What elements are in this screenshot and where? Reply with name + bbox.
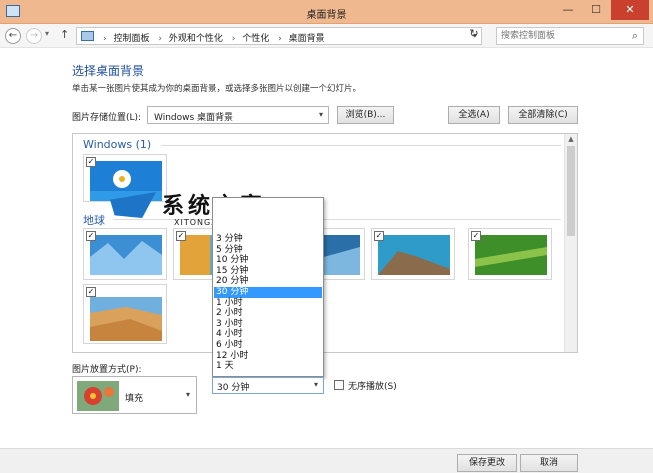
page-title: 选择桌面背景 [72, 64, 145, 78]
interval-option[interactable]: 1 天 [214, 361, 322, 372]
group-header-windows[interactable]: Windows (1) [83, 138, 151, 151]
picture-location-label: 图片存储位置(L): [72, 113, 142, 123]
interval-option[interactable]: 3 分钟 [214, 234, 322, 245]
picture-position-select[interactable]: 填充 ▾ [72, 376, 197, 414]
checkbox[interactable] [334, 380, 344, 390]
interval-dropdown-list[interactable]: 3 分钟 5 分钟 10 分钟 15 分钟 20 分钟 30 分钟 1 小时 2 小时 3 小时… [212, 197, 324, 377]
back-button[interactable]: ← [5, 28, 21, 44]
minimize-button[interactable]: — [555, 0, 581, 20]
browse-button[interactable]: 浏览(B)... [337, 106, 394, 124]
interval-option[interactable]: 4 小时 [214, 329, 322, 340]
ice-image [90, 235, 162, 275]
interval-select[interactable]: 30 分钟 ▾ [212, 377, 324, 394]
green-field-image [475, 235, 547, 275]
wallpaper-thumbnail[interactable]: ✓ [371, 228, 455, 280]
scroll-up-icon[interactable]: ▲ [565, 135, 577, 143]
picture-location-select[interactable]: Windows 桌面背景 ▾ [147, 106, 329, 124]
interval-option[interactable]: 1 小时 [214, 298, 322, 309]
recent-locations-chevron-icon[interactable]: ▾ [45, 29, 49, 38]
search-icon[interactable]: ⌕ [632, 29, 638, 43]
fill-preview-image [77, 381, 119, 411]
breadcrumb-item[interactable]: 桌面背景 [289, 34, 325, 44]
forward-button[interactable]: → [26, 28, 42, 44]
breadcrumb-item[interactable]: 控制面板 [113, 34, 149, 44]
interval-option[interactable]: 5 分钟 [214, 245, 322, 256]
address-bar[interactable]: › 控制面板 › 外观和个性化 › 个性化 › 桌面背景 ▾ [76, 27, 482, 45]
search-input[interactable] [501, 30, 621, 42]
chevron-down-icon: ▾ [185, 390, 190, 399]
interval-option[interactable]: 6 小时 [214, 340, 322, 351]
wallpaper-checkbox[interactable]: ✓ [86, 157, 96, 167]
breadcrumb-item[interactable]: 外观和个性化 [169, 34, 223, 44]
picture-position-label: 图片放置方式(P): [72, 365, 142, 375]
wallpaper-checkbox[interactable]: ✓ [86, 287, 96, 297]
page-description: 单击某一张图片使其成为你的桌面背景，或选择多张图片以创建一个幻灯片。 [72, 84, 362, 94]
picture-list[interactable]: Windows (1) ✓ 地球 ✓ ✓ ✓ ✓ ✓ ▲ [72, 133, 578, 353]
chevron-down-icon: ▾ [313, 380, 318, 389]
wallpaper-thumbnail[interactable]: ✓ [468, 228, 552, 280]
rocks-image [378, 235, 450, 275]
interval-option[interactable]: 30 分钟 [214, 287, 322, 298]
save-changes-button[interactable]: 保存更改 [457, 454, 517, 472]
select-all-button[interactable]: 全选(A) [448, 106, 500, 124]
interval-option[interactable]: 20 分钟 [214, 276, 322, 287]
interval-option[interactable]: 10 分钟 [214, 255, 322, 266]
close-button[interactable]: ✕ [611, 0, 649, 20]
cancel-button[interactable]: 取消 [520, 454, 578, 472]
refresh-icon[interactable]: ↻ [465, 27, 483, 43]
chevron-down-icon: ▾ [318, 110, 323, 119]
watermark-logo-icon [110, 192, 156, 218]
wallpaper-checkbox[interactable]: ✓ [374, 231, 384, 241]
breadcrumb-item[interactable]: 个性化 [242, 34, 269, 44]
group-header-earth[interactable]: 地球 [83, 212, 105, 228]
vertical-scrollbar[interactable]: ▲ [564, 134, 577, 352]
wallpaper-checkbox[interactable]: ✓ [471, 231, 481, 241]
wallpaper-checkbox[interactable]: ✓ [86, 231, 96, 241]
up-arrow-icon[interactable]: ↑ [60, 28, 69, 41]
search-box[interactable]: ⌕ [496, 27, 644, 45]
interval-option[interactable]: 2 小时 [214, 308, 322, 319]
scrollbar-thumb[interactable] [567, 146, 575, 236]
maximize-button[interactable]: ☐ [583, 0, 609, 20]
interval-option[interactable]: 12 小时 [214, 351, 322, 362]
control-panel-icon [81, 31, 94, 41]
wallpaper-thumbnail[interactable]: ✓ [83, 284, 167, 344]
clear-all-button[interactable]: 全部清除(C) [508, 106, 578, 124]
navigation-bar: ← → ▾ ↑ › 控制面板 › 外观和个性化 › 个性化 › 桌面背景 ▾ ↻… [0, 24, 653, 48]
desert-image [90, 297, 162, 341]
title-bar: 桌面背景 — ☐ ✕ [0, 0, 653, 24]
breadcrumb: › 控制面板 › 外观和个性化 › 个性化 › 桌面背景 [103, 34, 325, 44]
